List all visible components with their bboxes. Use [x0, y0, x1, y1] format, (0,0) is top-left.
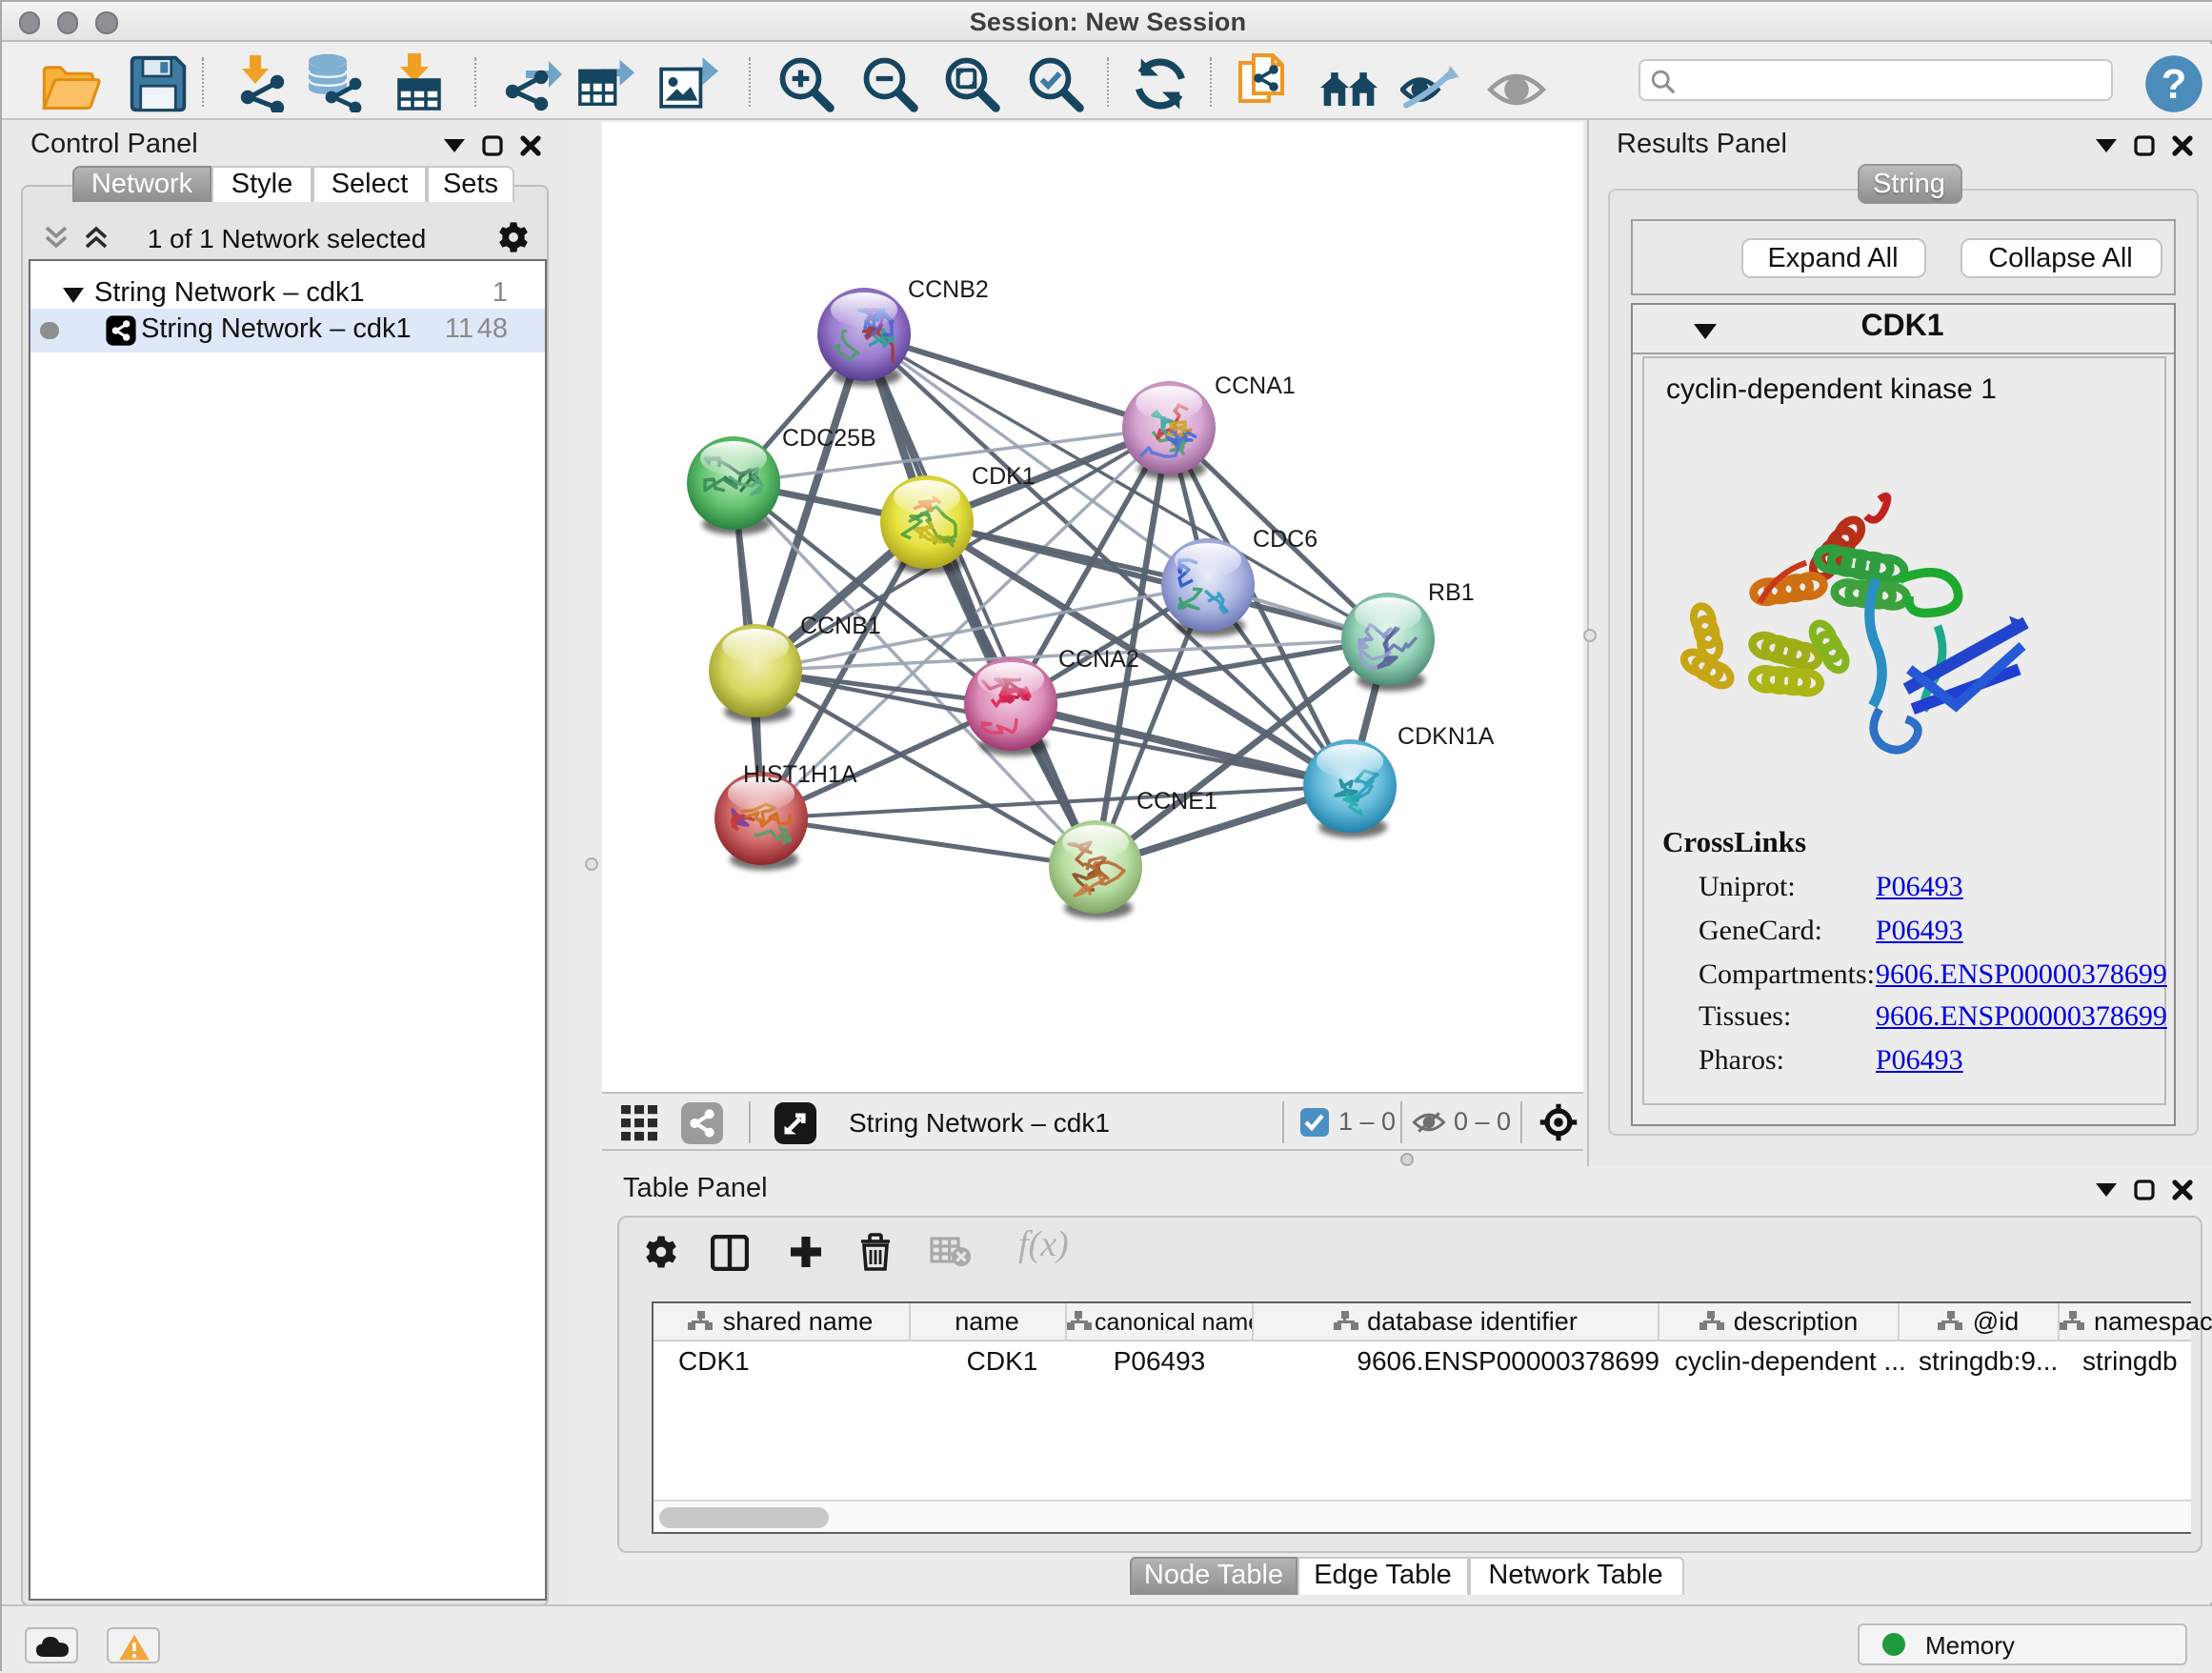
- svg-text:RB1: RB1: [1427, 578, 1474, 605]
- svg-text:CDK1: CDK1: [971, 462, 1035, 489]
- svg-text:CCNB1: CCNB1: [799, 612, 880, 638]
- svg-text:CCNA1: CCNA1: [1214, 372, 1295, 398]
- svg-text:CDC25B: CDC25B: [781, 424, 875, 451]
- svg-text:CCNE1: CCNE1: [1136, 787, 1217, 814]
- svg-text:HIST1H1A: HIST1H1A: [742, 760, 856, 787]
- svg-text:CDC6: CDC6: [1252, 525, 1317, 552]
- svg-text:CDKN1A: CDKN1A: [1397, 722, 1494, 749]
- svg-text:?: ?: [2162, 61, 2187, 107]
- svg-text:CCNB2: CCNB2: [907, 275, 988, 302]
- svg-text:CCNA2: CCNA2: [1057, 645, 1138, 672]
